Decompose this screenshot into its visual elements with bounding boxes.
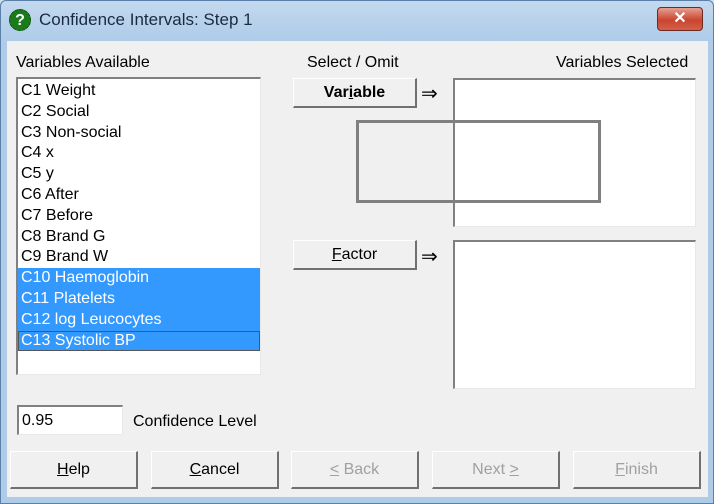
cancel-mnemonic: C — [189, 461, 202, 478]
variable-list-item[interactable]: C4 x — [18, 143, 260, 164]
variables-selected-label: Variables Selected — [556, 54, 689, 71]
variable-list-item[interactable]: C7 Before — [18, 206, 260, 227]
variable-button-label-pre: Var — [323, 84, 349, 101]
factor-button-mnemonic: F — [331, 246, 342, 263]
variable-arrow-icon: ⇒ — [421, 83, 438, 105]
variable-list-item[interactable]: C2 Social — [18, 102, 260, 123]
window-title: Confidence Intervals: Step 1 — [39, 10, 253, 29]
variable-list-item[interactable]: C5 y — [18, 164, 260, 185]
variable-list-item[interactable]: C11 Platelets — [18, 288, 260, 310]
factor-arrow-icon: ⇒ — [421, 246, 438, 268]
cancel-label-post: ancel — [201, 461, 240, 478]
dialog-client-area: Variables Available Select / Omit Variab… — [7, 41, 708, 497]
select-omit-label: Select / Omit — [307, 54, 399, 71]
help-label-post: elp — [68, 461, 90, 478]
variable-list-item[interactable]: C1 Weight — [18, 81, 260, 102]
confidence-level-label: Confidence Level — [133, 413, 257, 430]
factor-button-label-post: actor — [341, 246, 378, 263]
confidence-level-input[interactable] — [17, 405, 123, 435]
variable-list-item[interactable]: C12 log Leucocytes — [18, 309, 260, 331]
factor-select-button[interactable]: Factor — [293, 240, 417, 270]
next-mnemonic: > — [509, 461, 519, 478]
help-mnemonic: H — [57, 461, 69, 478]
back-label-post: Back — [339, 461, 380, 478]
variable-list-item[interactable]: C10 Haemoglobin — [18, 268, 260, 289]
title-bar[interactable]: ? Confidence Intervals: Step 1 ✕ — [1, 1, 713, 39]
cancel-button[interactable]: Cancel — [151, 451, 279, 489]
variable-list-item[interactable]: C6 After — [18, 185, 260, 206]
factor-selected-list[interactable] — [453, 240, 696, 389]
back-mnemonic: < — [329, 461, 340, 478]
next-label-pre: Next — [472, 461, 510, 478]
drag-outline-rect — [356, 120, 601, 203]
finish-button[interactable]: Finish — [573, 451, 701, 489]
finish-mnemonic: F — [615, 461, 625, 478]
variable-list-item[interactable]: C9 Brand W — [18, 247, 260, 268]
finish-label-post: inish — [624, 461, 658, 478]
variables-available-label: Variables Available — [16, 54, 150, 71]
dialog-window: ? Confidence Intervals: Step 1 ✕ Variabl… — [0, 0, 714, 504]
help-question-icon: ? — [9, 9, 31, 31]
variable-button-label-post: able — [353, 84, 386, 101]
variable-list-item[interactable]: C13 Systolic BP — [18, 330, 260, 352]
close-button[interactable]: ✕ — [657, 7, 703, 31]
variable-list-item[interactable]: C3 Non-social — [18, 123, 260, 144]
variable-select-button[interactable]: Variable — [293, 78, 417, 108]
next-button[interactable]: Next > — [432, 451, 560, 489]
variables-available-list[interactable]: C1 Weight C2 Social C3 Non-social C4 x C5 yC… — [16, 77, 261, 375]
variable-list-item[interactable]: C8 Brand G — [18, 227, 260, 248]
back-button[interactable]: < Back — [291, 451, 419, 489]
help-button[interactable]: Help — [10, 451, 138, 489]
